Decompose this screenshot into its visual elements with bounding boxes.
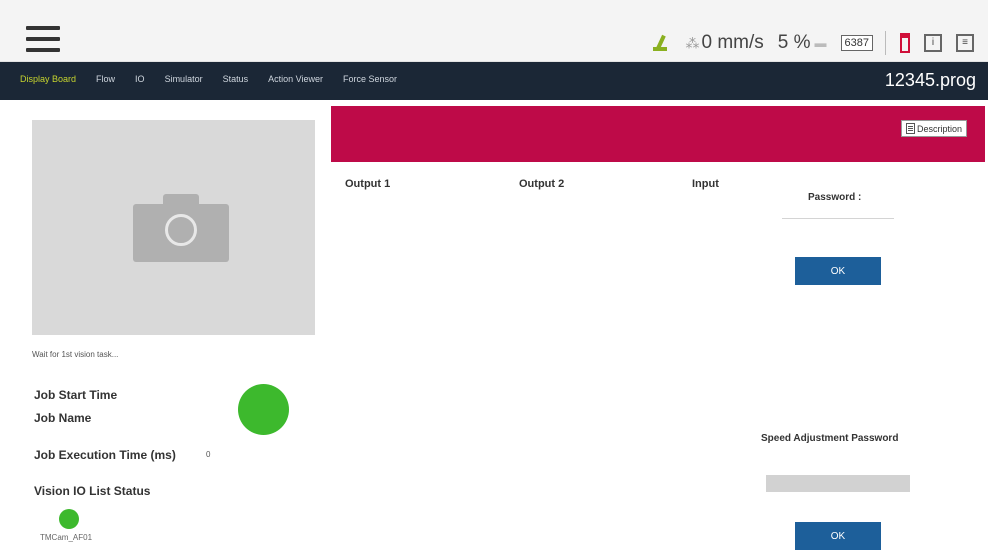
vision-status-text: Wait for 1st vision task... [32,350,119,359]
job-status-indicator [238,384,289,435]
tmcam-label: TMCam_AF01 [40,533,93,542]
job-exec-time-value: 0 [206,450,211,459]
input-header: Input [692,178,719,190]
speed-password-input[interactable] [766,475,910,492]
speed-password-label: Speed Adjustment Password [761,433,899,444]
info-icon[interactable]: i [924,34,942,52]
navigation-bar: Display Board Flow IO Simulator Status A… [0,62,988,100]
tab-display-board[interactable]: Display Board [20,74,76,84]
description-label: Description [916,123,962,134]
vision-io-status-label: Vision IO List Status [34,484,151,498]
tab-simulator[interactable]: Simulator [165,74,203,84]
program-name: 12345.prog [884,70,976,90]
document-icon [905,123,915,134]
password-ok-button[interactable]: OK [795,257,881,285]
divider [885,31,886,55]
speed-password-ok-button[interactable]: OK [795,522,881,550]
percent-display[interactable]: 5 % ▬ [778,32,827,54]
hamburger-menu-icon[interactable] [26,26,60,52]
job-start-time-label: Job Start Time [34,388,118,402]
vision-image-placeholder [32,120,315,335]
robot-arm-icon[interactable] [651,33,671,53]
camera-icon [133,194,229,262]
status-area: ⁂ 0 mm/s 5 % ▬ 6387 i ≡ [637,28,974,58]
tab-io[interactable]: IO [135,74,145,84]
tmcam-status-indicator [59,509,79,529]
panel-icon[interactable]: ≡ [956,34,974,52]
emergency-icon[interactable] [900,33,910,53]
job-exec-time-label: Job Execution Time (ms) [34,448,176,462]
nav-tabs: Display Board Flow IO Simulator Status A… [20,74,417,84]
header-banner: Description [331,106,985,162]
tab-flow[interactable]: Flow [96,74,115,84]
password-label: Password : [808,192,862,203]
output2-header: Output 2 [519,178,565,190]
tab-status[interactable]: Status [223,74,249,84]
output1-header: Output 1 [345,178,391,190]
counter-badge: 6387 [840,35,873,51]
top-status-bar: ⁂ 0 mm/s 5 % ▬ 6387 i ≡ [0,0,988,62]
tab-action-viewer[interactable]: Action Viewer [268,74,323,84]
tab-force-sensor[interactable]: Force Sensor [343,74,397,84]
gauge-icon: ▬ [814,36,827,50]
description-button[interactable]: Description [900,120,967,137]
speed-value: 0 mm/s [701,32,764,53]
job-name-label: Job Name [34,411,92,425]
password-input[interactable] [782,218,894,219]
speed-display: ⁂ 0 mm/s [685,32,763,54]
percent-value: 5 % [777,32,811,53]
speed-icon: ⁂ [685,34,700,51]
